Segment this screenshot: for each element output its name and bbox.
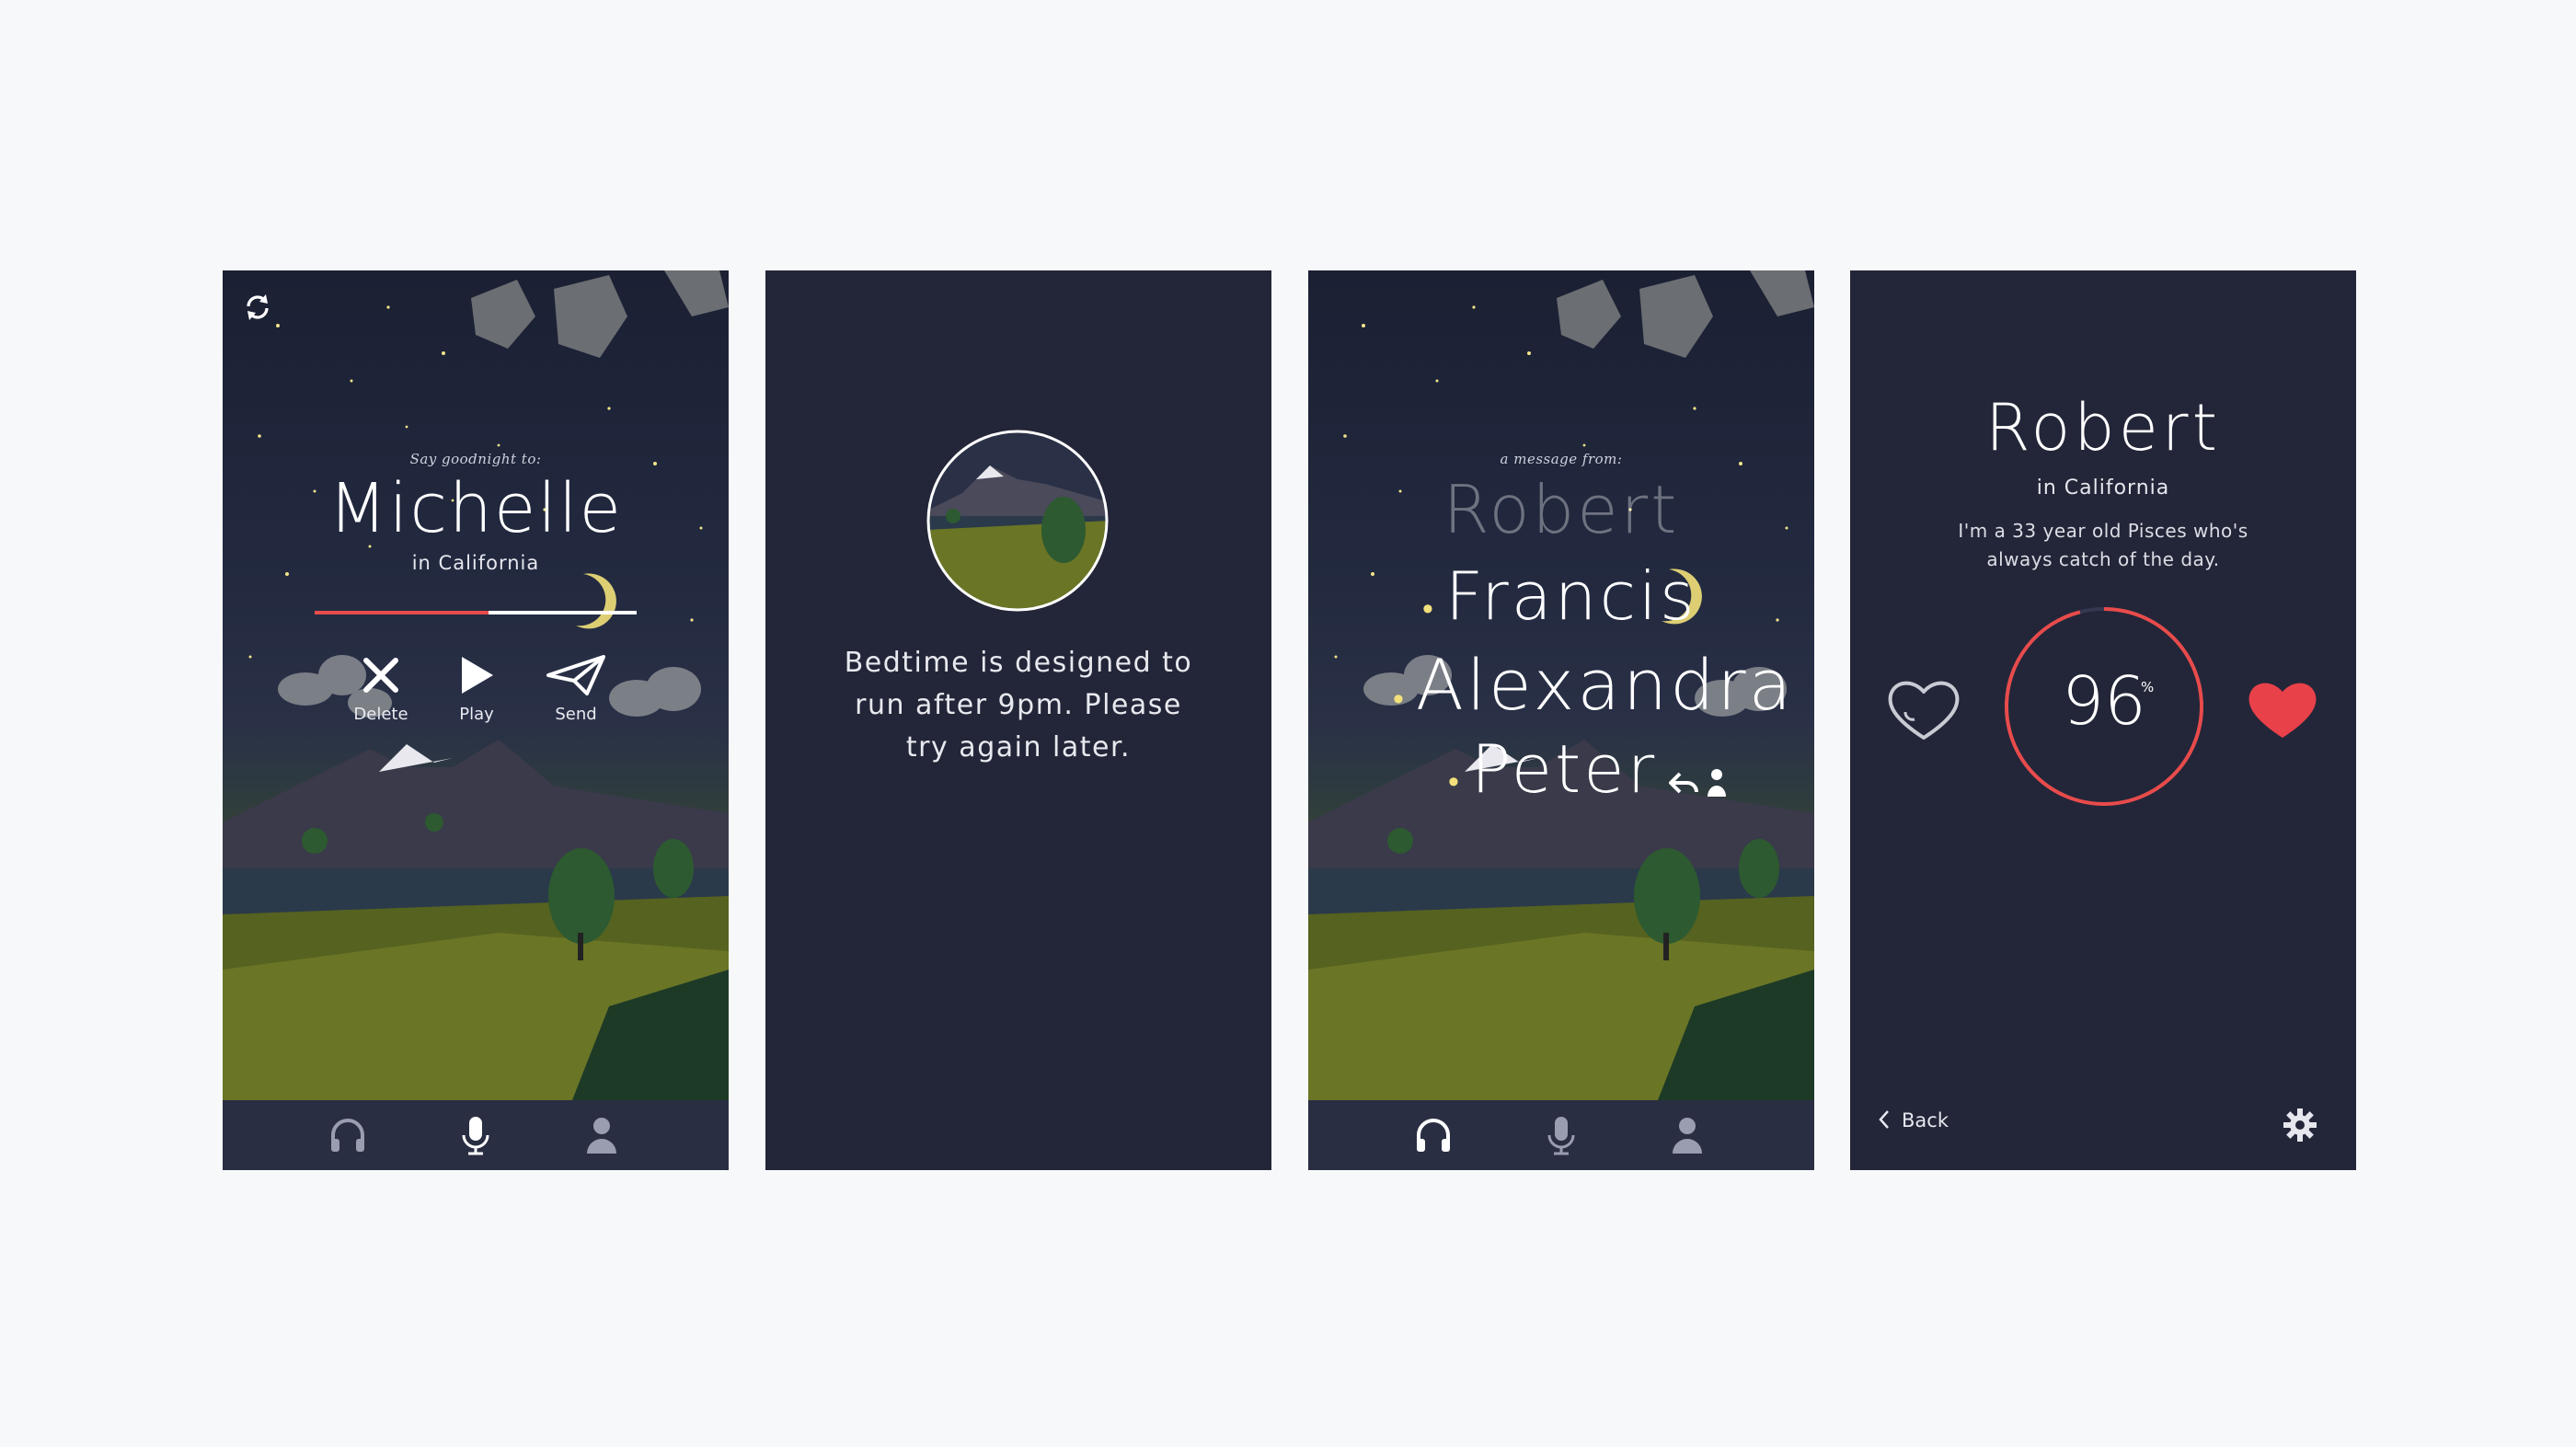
night-landscape: a message from: Robert • Francis • Alexand… <box>1308 270 1814 1100</box>
delete-button[interactable]: Delete <box>339 655 422 724</box>
message-line: run after 9pm. Please <box>855 689 1182 721</box>
profile-screen: Robert in California I'm a 33 year old P… <box>1850 270 2356 1170</box>
microphone-icon[interactable] <box>455 1115 496 1155</box>
message-line: try again later. <box>905 731 1132 764</box>
landscape-thumbnail <box>926 430 1109 612</box>
recipient-name: Michelle <box>328 469 624 548</box>
unread-dot: • <box>1393 681 1407 718</box>
play-icon <box>462 657 493 694</box>
score-value: 96 <box>2062 662 2146 740</box>
match-score-ring: 96 % <box>2003 605 2205 808</box>
heart-outline-icon[interactable] <box>1885 675 1962 743</box>
sender-item-alexandra[interactable]: • Alexandra <box>1393 644 1794 726</box>
back-button[interactable]: Back <box>1878 1109 1949 1131</box>
score-unit: % <box>2141 679 2155 695</box>
sender-name: Francis <box>1444 557 1697 635</box>
send-label: Send <box>555 705 597 724</box>
sender-item-peter[interactable]: • Peter <box>1448 730 1657 808</box>
tab-bar <box>1308 1100 1814 1170</box>
chevron-left-icon <box>1879 1110 1889 1129</box>
sender-name: Alexandra <box>1415 644 1795 726</box>
record-screen: Say goodnight to: Michelle in California… <box>223 270 729 1170</box>
recording-progress-bar <box>315 611 637 614</box>
person-icon[interactable] <box>581 1115 622 1155</box>
tab-bar <box>223 1100 729 1170</box>
sender-name: Robert <box>1443 471 1680 548</box>
unread-dot: • <box>1448 764 1462 800</box>
messages-screen: a message from: Robert • Francis • Alexand… <box>1308 270 1814 1170</box>
profile-name: Robert <box>1984 390 2222 465</box>
recipient-prompt: Say goodnight to: <box>409 451 542 467</box>
profile-bio: I'm a 33 year old Pisces who's always ca… <box>1958 520 2248 570</box>
person-icon[interactable] <box>1667 1115 1708 1155</box>
back-label: Back <box>1902 1109 1949 1131</box>
play-button[interactable]: Play <box>435 655 518 724</box>
person-icon[interactable] <box>1706 767 1728 798</box>
gear-icon[interactable] <box>2283 1108 2317 1143</box>
message-prompt: a message from: <box>1500 451 1623 467</box>
reply-icon[interactable] <box>1667 770 1700 796</box>
sender-item-francis[interactable]: • Francis <box>1422 557 1697 635</box>
bedtime-notice-screen: Bedtime is designed to run after 9pm. Pl… <box>765 270 1271 1170</box>
profile-location: in California <box>2036 477 2170 500</box>
night-landscape: Say goodnight to: Michelle in California… <box>223 270 729 1100</box>
recording-progress-fill <box>315 611 489 614</box>
headphones-icon[interactable] <box>328 1115 368 1155</box>
heart-filled-icon[interactable] <box>2244 675 2321 743</box>
play-label: Play <box>459 705 494 724</box>
message-line: Bedtime is designed to <box>844 647 1193 679</box>
paper-plane-icon <box>546 655 605 695</box>
send-button[interactable]: Send <box>535 655 617 724</box>
sender-item-robert[interactable]: Robert <box>1308 471 1814 548</box>
unread-dot: • <box>1422 591 1436 627</box>
bedtime-message: Bedtime is designed to run after 9pm. Pl… <box>765 642 1271 769</box>
recipient-location: in California <box>411 552 540 574</box>
headphones-icon[interactable] <box>1413 1115 1454 1155</box>
delete-label: Delete <box>353 705 408 724</box>
refresh-icon[interactable] <box>241 291 274 324</box>
close-icon <box>363 658 398 693</box>
sender-name: Peter <box>1470 730 1658 808</box>
microphone-icon[interactable] <box>1541 1115 1581 1155</box>
